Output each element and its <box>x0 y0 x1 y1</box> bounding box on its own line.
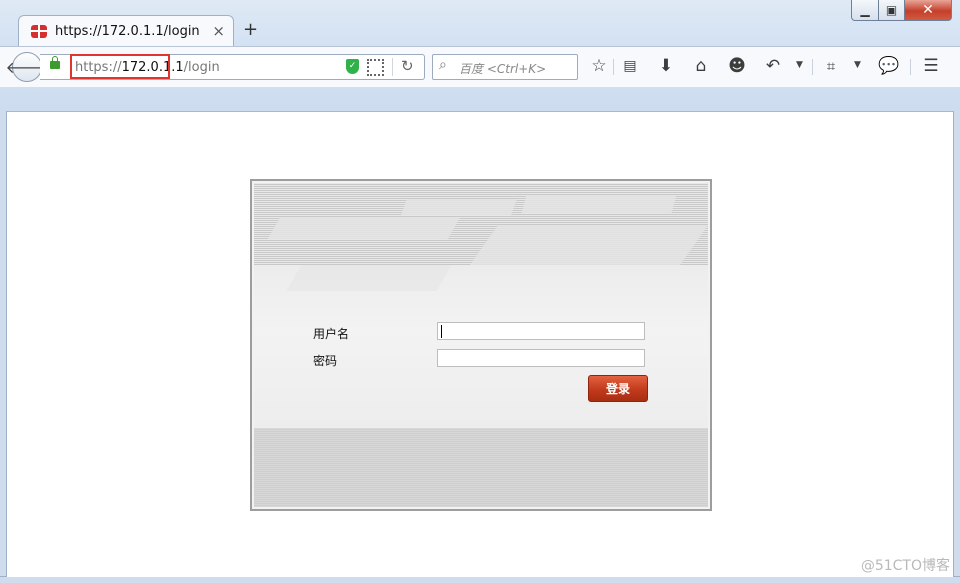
reload-icon[interactable]: ↻ <box>401 57 414 75</box>
username-label: 用户名 <box>313 327 350 341</box>
window-controls: ▁ ▣ ✕ <box>851 0 952 21</box>
search-placeholder: 百度 <Ctrl+K> <box>459 62 547 76</box>
page-content: 用户名 密码 登录 <box>7 112 953 577</box>
decorative-shape <box>401 199 517 215</box>
bookmarks-list-icon[interactable]: ▤ <box>619 54 641 78</box>
divider <box>392 58 393 76</box>
lock-icon[interactable] <box>50 56 60 69</box>
crop-screenshot-icon[interactable]: ⌗ <box>820 54 842 78</box>
url-bar[interactable]: https://172.0.1.1/login ✓ ↻ <box>40 54 425 80</box>
chat-bubble-icon[interactable]: 💬 <box>878 54 900 78</box>
smiley-icon[interactable]: ☻ <box>726 54 748 78</box>
divider <box>812 59 813 75</box>
new-tab-button[interactable]: + <box>243 19 258 40</box>
search-bar[interactable]: ⌕ 百度 <Ctrl+K> <box>432 54 578 80</box>
password-input[interactable] <box>437 349 645 367</box>
screenshot-dropdown-icon[interactable]: ▼ <box>854 60 861 70</box>
nav-bar: 🡐 https://172.0.1.1/login ✓ ↻ ⌕ 百度 <Ctrl… <box>0 46 960 87</box>
divider <box>910 59 911 75</box>
undo-dropdown-icon[interactable]: ▼ <box>796 60 803 70</box>
url-host-highlight-box <box>70 54 170 79</box>
divider <box>613 59 614 75</box>
tab-close-icon[interactable]: × <box>212 22 225 40</box>
decorative-shape <box>521 195 677 213</box>
tab-title: https://172.0.1.1/login <box>55 24 200 39</box>
password-label: 密码 <box>313 354 338 368</box>
login-panel: 用户名 密码 登录 <box>250 179 712 511</box>
shield-check-icon[interactable]: ✓ <box>346 59 359 74</box>
back-button[interactable]: 🡐 <box>6 52 48 82</box>
qr-code-icon[interactable] <box>367 59 384 76</box>
close-window-button[interactable]: ✕ <box>905 0 952 21</box>
home-icon[interactable]: ⌂ <box>690 54 712 78</box>
decorative-shape <box>267 217 461 239</box>
search-icon: ⌕ <box>439 57 447 73</box>
decorative-shape <box>469 225 708 265</box>
fortinet-favicon-icon <box>31 25 47 38</box>
login-panel-inner: 用户名 密码 登录 <box>254 183 708 507</box>
maximize-button[interactable]: ▣ <box>879 0 905 21</box>
window-frame-bottom <box>0 576 960 583</box>
browser-tab[interactable]: https://172.0.1.1/login × <box>18 15 234 47</box>
window-frame-left <box>0 111 7 583</box>
browser-chrome: ▁ ▣ ✕ https://172.0.1.1/login × + 🡐 http… <box>0 0 960 112</box>
decorative-footer <box>254 428 708 507</box>
window-frame-right <box>953 111 960 583</box>
watermark: @51CTO博客 <box>860 558 950 574</box>
minimize-button[interactable]: ▁ <box>851 0 879 21</box>
decorative-shape <box>286 265 452 291</box>
text-caret <box>441 325 442 338</box>
url-path: /login <box>183 60 220 75</box>
undo-icon[interactable]: ↶ <box>762 54 784 78</box>
login-button[interactable]: 登录 <box>588 375 648 402</box>
download-icon[interactable]: ⬇ <box>655 54 677 78</box>
hamburger-menu-icon[interactable]: ☰ <box>920 54 942 78</box>
bookmark-star-icon[interactable]: ☆ <box>588 54 610 78</box>
username-input[interactable] <box>437 322 645 340</box>
